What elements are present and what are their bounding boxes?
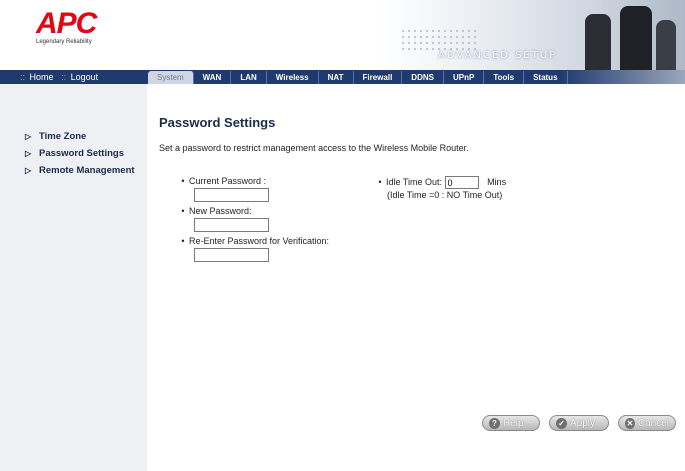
apply-button[interactable]: ✓ Apply: [549, 415, 609, 431]
logo-tagline: Legendary Reliability: [36, 39, 92, 45]
sidebar-item-label: Remote Management: [39, 165, 135, 176]
page-title: Password Settings: [159, 115, 276, 130]
sidebar: ▷ Time Zone ▷ Password Settings ▷ Remote Ma…: [0, 84, 147, 471]
cancel-button-label: Cancel: [637, 417, 669, 429]
reenter-password-label: Re-Enter Password for Verification:: [189, 236, 330, 246]
close-icon: ✕: [625, 417, 635, 429]
bullet-icon: •: [181, 236, 185, 246]
apc-logo: APC Legendary Reliability: [36, 7, 146, 50]
separator: ::: [20, 72, 26, 82]
sidebar-item-remote-management[interactable]: ▷ Remote Management: [25, 162, 135, 179]
page-description: Set a password to restrict management ac…: [159, 143, 469, 153]
separator: ::: [61, 72, 67, 82]
current-password-label: Current Password :: [189, 176, 267, 186]
idle-timeout-input[interactable]: [444, 176, 479, 189]
new-password-label: New Password:: [189, 206, 252, 216]
help-button-label: Help: [503, 417, 524, 429]
tab-firewall[interactable]: Firewall: [354, 71, 403, 84]
top-navbar: :: Home :: Logout System WAN LAN Wireles…: [0, 70, 685, 84]
checkmark-icon: ✓: [556, 417, 567, 429]
tab-wan[interactable]: WAN: [194, 71, 232, 84]
main-tabs: System WAN LAN Wireless NAT Firewall DDN…: [148, 71, 568, 84]
sidebar-item-password-settings[interactable]: ▷ Password Settings: [25, 145, 135, 162]
reenter-password-group: • Re-Enter Password for Verification:: [177, 236, 329, 262]
idle-timeout-unit: Mins: [487, 176, 507, 187]
tab-upnp[interactable]: UPnP: [444, 71, 485, 84]
bullet-icon: •: [181, 206, 185, 216]
tab-status[interactable]: Status: [524, 71, 568, 84]
idle-timeout-group: • Idle Time Out: Mins (Idle Time =0 : NO …: [374, 176, 506, 200]
chevron-right-icon: ▷: [25, 132, 32, 141]
bullet-icon: •: [378, 176, 382, 187]
person-silhouette: [585, 14, 611, 70]
help-button[interactable]: ? Help: [482, 415, 540, 431]
person-silhouette: [620, 6, 652, 70]
tab-wireless[interactable]: Wireless: [267, 71, 319, 84]
action-buttons: ? Help ✓ Apply ✕ Cancel: [482, 415, 676, 431]
tab-tools[interactable]: Tools: [484, 71, 525, 84]
tab-nat[interactable]: NAT: [319, 71, 354, 84]
cancel-button[interactable]: ✕ Cancel: [618, 415, 676, 431]
sidebar-item-label: Password Settings: [39, 148, 124, 159]
chevron-right-icon: ▷: [25, 149, 32, 158]
logout-link[interactable]: Logout: [71, 70, 99, 84]
current-password-group: • Current Password :: [177, 176, 269, 202]
banner-title: ADVANCED SETUP: [438, 50, 558, 61]
question-icon: ?: [489, 417, 500, 429]
main-content: Password Settings Set a password to rest…: [147, 84, 685, 471]
current-password-input[interactable]: [194, 188, 269, 202]
chevron-right-icon: ▷: [25, 166, 32, 175]
header-banner: ADVANCED SETUP: [380, 0, 685, 70]
idle-timeout-note: (Idle Time =0 : NO Time Out): [387, 190, 503, 200]
tab-lan[interactable]: LAN: [231, 71, 267, 84]
home-link[interactable]: Home: [30, 70, 54, 84]
apply-button-label: Apply: [570, 417, 596, 429]
idle-timeout-label: Idle Time Out:: [386, 176, 443, 187]
logo-text: APC: [36, 7, 97, 40]
reenter-password-input[interactable]: [194, 248, 269, 262]
new-password-group: • New Password:: [177, 206, 269, 232]
sidebar-item-time-zone[interactable]: ▷ Time Zone: [25, 128, 135, 145]
sidebar-menu: ▷ Time Zone ▷ Password Settings ▷ Remote Ma…: [25, 128, 135, 179]
decorative-dots: [400, 28, 480, 52]
home-logout-links: :: Home :: Logout: [0, 70, 140, 84]
bullet-icon: •: [181, 176, 185, 186]
tab-ddns[interactable]: DDNS: [402, 71, 444, 84]
sidebar-item-label: Time Zone: [39, 131, 87, 142]
navbar-gradient: [560, 70, 685, 84]
person-silhouette: [656, 20, 676, 70]
header: APC Legendary Reliability ADVANCED SETUP: [0, 0, 685, 70]
tab-system[interactable]: System: [148, 71, 194, 84]
new-password-input[interactable]: [194, 218, 269, 232]
